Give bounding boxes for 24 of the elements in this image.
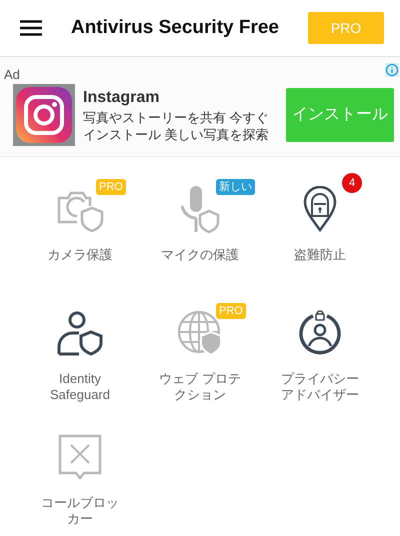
menu-icon[interactable]	[20, 20, 42, 36]
count-badge: 4	[342, 173, 362, 193]
feature-tile[interactable]: コールブロッカー	[20, 419, 140, 535]
feature-tag: PRO	[216, 303, 246, 320]
feature-label: 盗難防止	[293, 247, 347, 264]
feature-tile[interactable]: 新しい マイクの保護	[140, 171, 260, 287]
ad-description: 写真やストーリーを共有 今すぐインストール 美しい写真を探索	[83, 110, 270, 144]
feature-tag: PRO	[96, 179, 126, 196]
feature-label: コールブロッカー	[40, 495, 120, 528]
feature-tile[interactable]: プライバシーアドバイザー	[260, 295, 380, 411]
feature-tile[interactable]: 4 盗難防止	[260, 171, 380, 287]
feature-label: Identity Safeguard	[49, 371, 111, 404]
app-title: Antivirus Security Free	[70, 16, 280, 40]
feature-tile[interactable]: PRO ウェブ プロテクション	[140, 295, 260, 411]
app-logo	[13, 84, 75, 146]
ad-label: Ad	[4, 66, 20, 84]
app-name: Instagram	[83, 88, 160, 108]
feature-label: ウェブ プロテクション	[158, 371, 242, 404]
feature-label: プライバシーアドバイザー	[280, 371, 360, 404]
feature-label: マイクの保護	[160, 247, 240, 264]
feature-tile[interactable]: PRO カメラ保護	[20, 171, 140, 287]
feature-label: カメラ保護	[46, 247, 114, 264]
feature-tile[interactable]: Identity Safeguard	[20, 295, 140, 411]
feature-tag: 新しい	[216, 179, 255, 196]
